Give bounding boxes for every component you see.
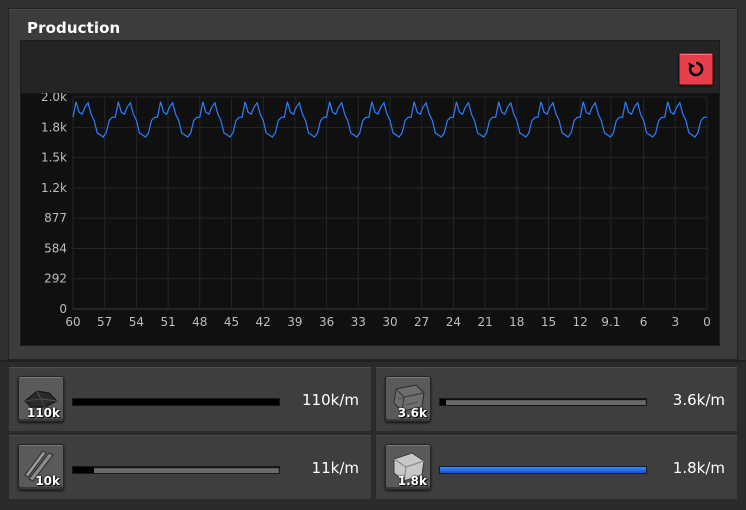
item-count: 10k bbox=[35, 474, 60, 488]
reset-button[interactable] bbox=[679, 53, 713, 85]
x-tick-label: 57 bbox=[97, 315, 112, 329]
production-chart: 0 292 584 877 1.2k 1.5k 1.8k 2.0k 60 57 54 51 48 45 4… bbox=[20, 40, 720, 346]
x-tick-label: 39 bbox=[287, 315, 302, 329]
panel-title: Production bbox=[27, 19, 121, 37]
x-tick-label: 33 bbox=[351, 315, 366, 329]
x-tick-label: 12 bbox=[573, 315, 588, 329]
x-tick-label: 3 bbox=[671, 315, 679, 329]
production-window: Production 0 292 584 877 1.2k 1.5k 1.8k 2.0k 60… bbox=[0, 0, 746, 362]
production-bar-fill bbox=[440, 467, 646, 473]
production-bar bbox=[72, 398, 280, 406]
item-count: 1.8k bbox=[397, 474, 427, 488]
y-tick-label: 1.2k bbox=[41, 181, 67, 195]
x-tick-label: 27 bbox=[414, 315, 429, 329]
x-tick-label: 18 bbox=[509, 315, 524, 329]
production-bar-fill bbox=[73, 467, 94, 473]
x-tick-label: 15 bbox=[541, 315, 556, 329]
x-tick-label: 36 bbox=[319, 315, 334, 329]
item-slot[interactable]: 110k bbox=[18, 376, 64, 422]
y-tick-label: 877 bbox=[44, 211, 67, 225]
x-tick-label: 60 bbox=[65, 315, 80, 329]
x-tick-label: 48 bbox=[192, 315, 207, 329]
x-tick-label: 42 bbox=[256, 315, 271, 329]
production-bar bbox=[439, 466, 647, 474]
reset-icon bbox=[688, 61, 704, 77]
chart-header bbox=[21, 41, 719, 94]
item-row: 10k 11k/m bbox=[8, 434, 372, 500]
item-slot[interactable]: 10k bbox=[18, 444, 64, 490]
production-bar bbox=[72, 466, 280, 474]
chart-plot: 02925848771.2k1.5k1.8k2.0k 60 57 54 51 48 45 4… bbox=[41, 93, 711, 329]
x-tick-label: 9.1 bbox=[601, 315, 620, 329]
y-tick-label: 292 bbox=[44, 272, 67, 286]
production-bar-fill bbox=[73, 399, 279, 405]
production-bar bbox=[439, 398, 647, 406]
item-slot[interactable]: 3.6k bbox=[385, 376, 431, 422]
y-tick-label: 2.0k bbox=[41, 93, 67, 104]
item-rate: 110k/m bbox=[302, 391, 359, 409]
y-tick-label: 0 bbox=[59, 302, 67, 316]
x-tick-label: 51 bbox=[160, 315, 175, 329]
item-row: 110k 110k/m bbox=[8, 366, 372, 432]
item-row: 3.6k 3.6k/m bbox=[375, 366, 738, 432]
item-slot[interactable]: 1.8k bbox=[385, 444, 431, 490]
y-tick-label: 584 bbox=[44, 241, 67, 255]
item-rate: 11k/m bbox=[311, 459, 359, 477]
item-rate: 1.8k/m bbox=[672, 459, 725, 477]
item-rate: 3.6k/m bbox=[672, 391, 725, 409]
x-tick-label: 54 bbox=[129, 315, 144, 329]
x-tick-label: 30 bbox=[382, 315, 397, 329]
item-count: 3.6k bbox=[397, 406, 427, 420]
x-tick-label: 0 bbox=[703, 315, 711, 329]
production-bar-fill bbox=[440, 399, 447, 405]
item-list: 110k 110k/m 3.6k 3.6k/m 10k 11k/m 1.8k 1… bbox=[0, 362, 746, 510]
item-count: 110k bbox=[26, 406, 60, 420]
x-tick-label: 6 bbox=[640, 315, 648, 329]
item-row: 1.8k 1.8k/m bbox=[375, 434, 738, 500]
x-tick-label: 45 bbox=[224, 315, 239, 329]
x-tick-label: 21 bbox=[477, 315, 492, 329]
x-tick-label: 24 bbox=[446, 315, 461, 329]
y-tick-label: 1.5k bbox=[41, 151, 67, 165]
y-tick-label: 1.8k bbox=[41, 120, 67, 134]
